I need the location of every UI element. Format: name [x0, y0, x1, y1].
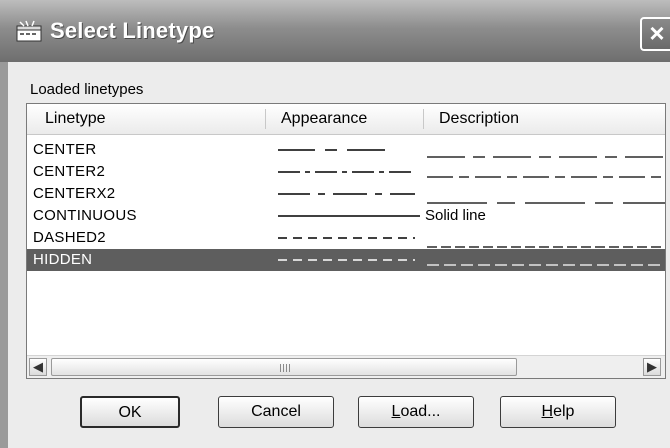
linetype-description-pattern [427, 246, 665, 248]
window-frame-left [0, 62, 8, 448]
ok-button[interactable]: OK [80, 396, 180, 428]
cancel-button[interactable]: Cancel [218, 396, 334, 428]
list-item-selected[interactable]: HIDDEN [27, 249, 665, 271]
cancel-label: Cancel [251, 403, 301, 420]
grip-icon [280, 364, 290, 372]
scroll-right-button[interactable]: ▶ [643, 358, 661, 376]
scroll-left-button[interactable]: ◀ [29, 358, 47, 376]
linetype-name: DASHED2 [33, 229, 106, 246]
linetype-dialog-icon [16, 20, 42, 42]
title-bar[interactable]: Select Linetype × [0, 0, 670, 62]
linetype-description-pattern [427, 156, 665, 158]
linetype-description-pattern [427, 176, 665, 178]
linetype-name: CENTER [33, 141, 97, 158]
help-button[interactable]: Help [500, 396, 616, 428]
dialog-title: Select Linetype [50, 18, 215, 43]
column-header-linetype[interactable]: Linetype [45, 104, 106, 134]
load-button[interactable]: Load... [358, 396, 474, 428]
select-linetype-dialog: Select Linetype × Loaded linetypes Linet… [0, 0, 670, 448]
scroll-thumb[interactable] [51, 358, 517, 376]
list-item[interactable]: CONTINUOUS Solid line [27, 205, 665, 227]
list-item[interactable]: CENTER2 [27, 161, 665, 183]
help-mnemonic: H [541, 403, 554, 420]
horizontal-scrollbar[interactable]: ◀ ▶ [27, 355, 665, 378]
linetype-name: CENTER2 [33, 163, 106, 180]
arrow-right-icon: ▶ [647, 359, 657, 374]
linetype-description: Solid line [425, 207, 486, 224]
column-header-appearance[interactable]: Appearance [281, 104, 367, 134]
column-divider[interactable] [423, 109, 424, 129]
linetype-description-pattern [427, 264, 665, 266]
linetype-appearance [278, 193, 415, 195]
close-icon: × [649, 18, 665, 48]
column-header-description[interactable]: Description [439, 104, 519, 134]
linetype-description-pattern [427, 202, 665, 204]
column-divider[interactable] [265, 109, 266, 129]
load-label: oad... [400, 403, 441, 420]
ok-label: OK [118, 404, 142, 421]
help-label: elp [553, 403, 575, 420]
list-item[interactable]: DASHED2 [27, 227, 665, 249]
close-button[interactable]: × [640, 17, 670, 51]
linetype-name: CENTERX2 [33, 185, 116, 202]
linetype-name: HIDDEN [33, 251, 93, 268]
linetype-appearance [278, 259, 415, 261]
linetype-name: CONTINUOUS [33, 207, 137, 224]
arrow-left-icon: ◀ [33, 359, 43, 374]
linetype-appearance [278, 237, 415, 239]
linetype-appearance [278, 149, 385, 151]
list-item[interactable]: CENTER [27, 139, 665, 161]
loaded-linetypes-label: Loaded linetypes [30, 81, 144, 98]
linetype-appearance [278, 215, 420, 217]
list-header: Linetype Appearance Description [27, 104, 665, 135]
linetype-list[interactable]: Linetype Appearance Description CENTER C… [26, 103, 666, 379]
linetype-appearance [278, 171, 415, 173]
list-item[interactable]: CENTERX2 [27, 183, 665, 205]
